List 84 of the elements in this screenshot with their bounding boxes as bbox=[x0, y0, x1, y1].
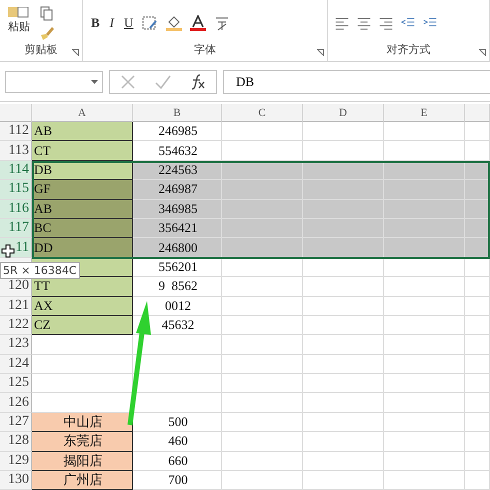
table-cell: 东莞店 bbox=[32, 432, 133, 452]
row-header[interactable]: 112 bbox=[0, 122, 32, 142]
table-cell bbox=[465, 354, 490, 374]
row-header[interactable]: 114 bbox=[0, 160, 32, 180]
column-header[interactable]: A bbox=[32, 104, 133, 122]
dialog-launcher-icon[interactable] bbox=[317, 49, 324, 56]
dialog-launcher-icon[interactable] bbox=[72, 49, 79, 56]
table-cell bbox=[465, 374, 490, 394]
table-cell: 中山店 bbox=[32, 412, 133, 432]
table-cell: 460 bbox=[133, 432, 222, 452]
table-cell: AX bbox=[32, 296, 133, 316]
group-label: 对齐方式 bbox=[386, 42, 430, 57]
table-cell: AB bbox=[32, 200, 133, 219]
row-header[interactable]: 116 bbox=[0, 200, 32, 219]
align-center-icon[interactable] bbox=[356, 15, 372, 31]
row-header[interactable]: 113 bbox=[0, 141, 32, 161]
table-cell: GF bbox=[32, 180, 133, 200]
table-cell: CZ bbox=[32, 316, 133, 336]
table-cell: 700 bbox=[133, 471, 222, 490]
row-header[interactable]: 127 bbox=[0, 412, 32, 432]
row-header[interactable]: 128 bbox=[0, 432, 32, 452]
table-cell: TT bbox=[32, 277, 133, 297]
dialog-launcher-icon[interactable] bbox=[479, 49, 486, 56]
table-cell: 246800 bbox=[133, 238, 222, 258]
column-header[interactable]: E bbox=[384, 104, 465, 122]
table-cell bbox=[465, 296, 490, 316]
italic-button[interactable]: I bbox=[108, 15, 116, 31]
insert-function-icon[interactable] bbox=[189, 74, 208, 90]
table-cell bbox=[465, 180, 490, 200]
column-header[interactable]: B bbox=[133, 104, 222, 122]
bold-button[interactable]: B bbox=[89, 15, 102, 31]
row-header[interactable]: 115 bbox=[0, 180, 32, 200]
row-header[interactable]: 120 bbox=[0, 277, 32, 297]
row-header[interactable]: 130 bbox=[0, 471, 32, 490]
row-header[interactable]: 126 bbox=[0, 393, 32, 413]
table-cell bbox=[465, 277, 490, 297]
group-label: 剪贴板 bbox=[24, 42, 58, 57]
group-label: 字体 bbox=[194, 42, 216, 57]
underline-button[interactable]: U bbox=[122, 15, 136, 31]
table-cell bbox=[465, 335, 490, 355]
row-header[interactable]: 125 bbox=[0, 374, 32, 394]
table-cell: 246985 bbox=[133, 122, 222, 142]
font-color-icon[interactable] bbox=[189, 15, 208, 31]
row-header[interactable]: 129 bbox=[0, 452, 32, 472]
table-cell: 346985 bbox=[133, 200, 222, 219]
table-cell bbox=[465, 393, 490, 413]
selection-size-tooltip: 5R × 16384C bbox=[0, 262, 80, 279]
row-header[interactable]: 122 bbox=[0, 316, 32, 336]
borders-icon[interactable] bbox=[141, 15, 160, 31]
table-cell bbox=[465, 258, 490, 278]
table-cell bbox=[465, 122, 490, 142]
table-cell: 356421 bbox=[133, 218, 222, 238]
table-cell: 556201 bbox=[133, 258, 222, 278]
table-cell bbox=[465, 141, 490, 161]
formula-field[interactable]: DB bbox=[223, 70, 490, 94]
fill-color-icon[interactable] bbox=[165, 15, 184, 31]
table-cell bbox=[465, 316, 490, 336]
table-cell bbox=[465, 432, 490, 452]
table-cell: 0012 bbox=[133, 296, 222, 316]
paste-button[interactable]: 粘贴 bbox=[6, 6, 32, 34]
table-cell: 揭阳店 bbox=[32, 452, 133, 472]
table-cell bbox=[465, 412, 490, 432]
align-right-icon[interactable] bbox=[378, 15, 394, 31]
row-header[interactable]: 121 bbox=[0, 296, 32, 316]
enter-check-icon[interactable] bbox=[154, 74, 172, 90]
table-cell bbox=[465, 452, 490, 472]
column-header[interactable]: C bbox=[222, 104, 303, 122]
column-header[interactable]: D bbox=[303, 104, 384, 122]
table-cell: 660 bbox=[133, 452, 222, 472]
table-cell: 246987 bbox=[133, 180, 222, 200]
format-painter-icon[interactable] bbox=[38, 24, 56, 40]
table-cell: 554632 bbox=[133, 141, 222, 161]
table-cell: DD bbox=[32, 238, 133, 258]
row-header[interactable]: 117 bbox=[0, 218, 32, 238]
table-cell: AB bbox=[32, 122, 133, 142]
table-cell bbox=[465, 471, 490, 490]
align-left-icon[interactable] bbox=[334, 15, 350, 31]
table-cell: BC bbox=[32, 218, 133, 238]
table-cell: CT bbox=[32, 141, 133, 161]
table-cell: 500 bbox=[133, 412, 222, 432]
row-header[interactable]: 123 bbox=[0, 335, 32, 355]
table-cell: 9 8562 bbox=[133, 277, 222, 297]
row-header[interactable]: 124 bbox=[0, 354, 32, 374]
table-cell: 广州店 bbox=[32, 471, 133, 490]
